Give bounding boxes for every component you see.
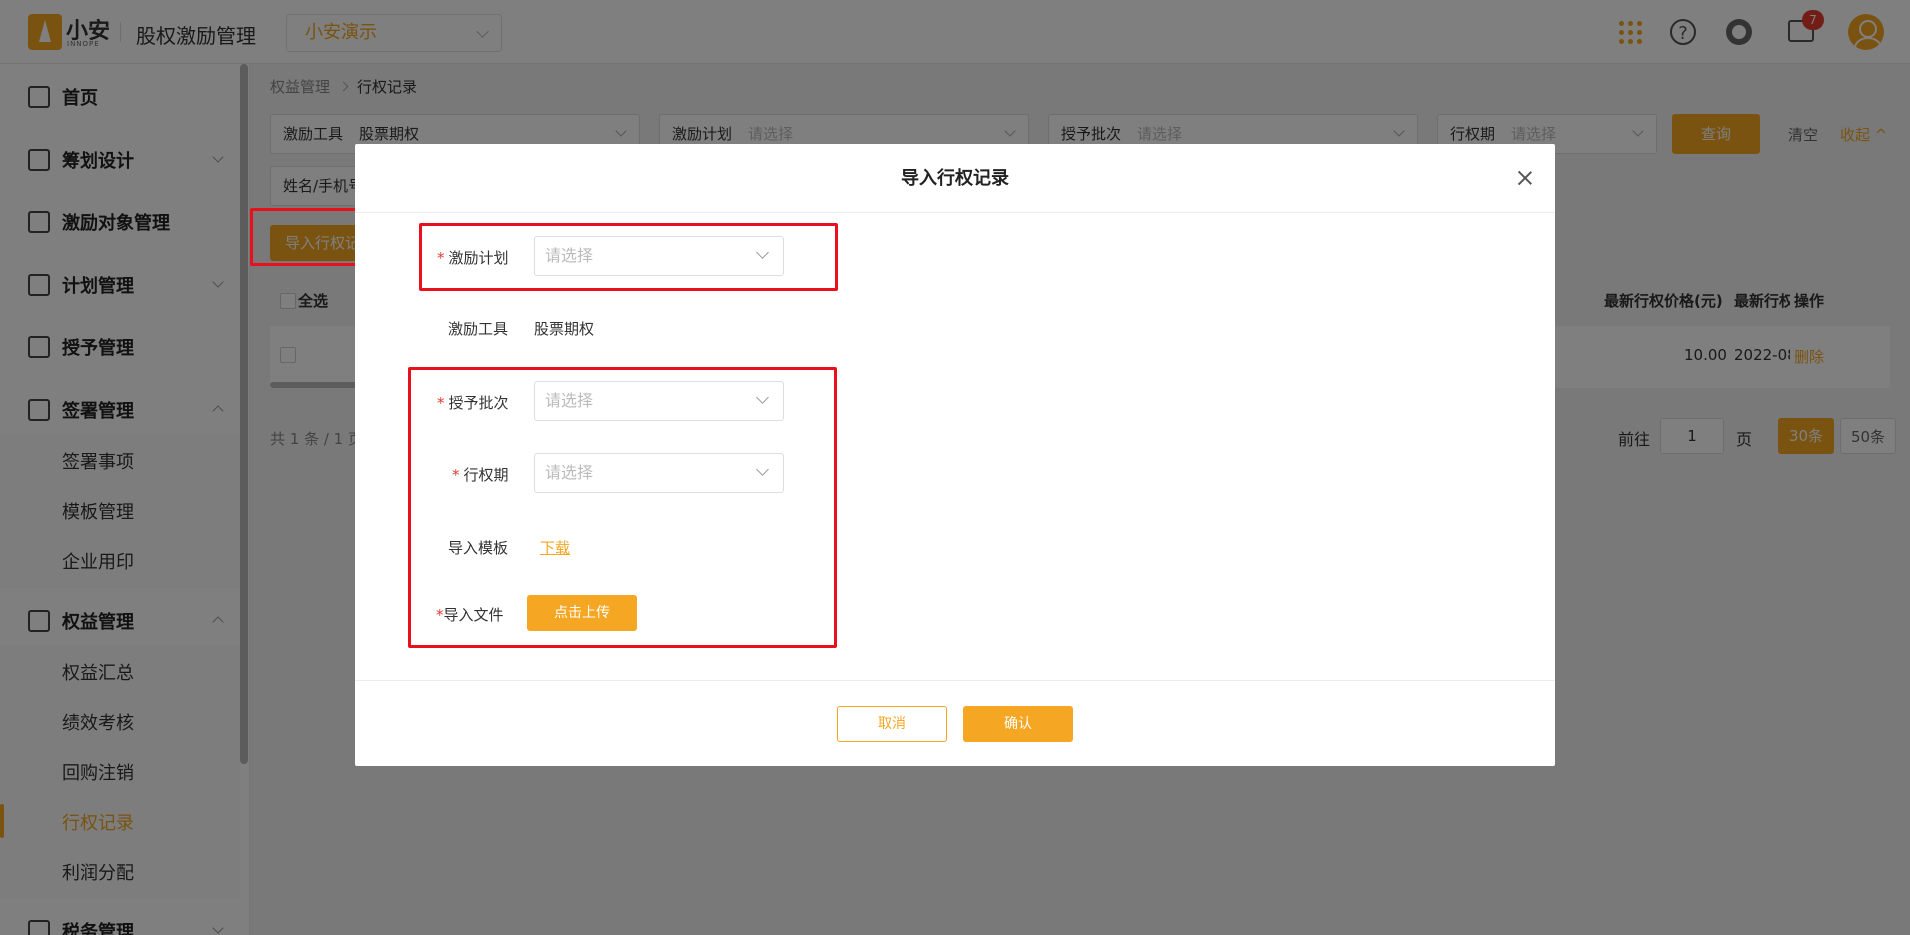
annotation-box-import-button [250,208,364,266]
confirm-button[interactable]: 确认 [963,706,1073,742]
close-icon[interactable] [1511,164,1539,192]
tool-field-value: 股票期权 [534,320,595,338]
cancel-button[interactable]: 取消 [837,706,947,742]
tool-field-label: 激励工具 [448,320,509,338]
dialog-divider [355,212,1555,213]
annotation-box-plan [419,223,838,291]
annotation-box-batch-period-file [408,367,837,648]
dialog-title: 导入行权记录 [901,168,1009,189]
dialog-footer-divider [355,680,1555,681]
